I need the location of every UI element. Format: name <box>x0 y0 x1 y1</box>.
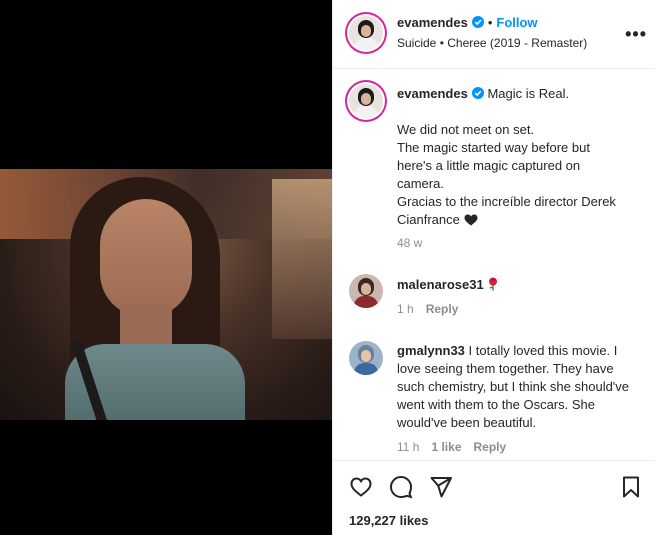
commenter-avatar[interactable] <box>349 341 383 375</box>
comment-item: malenarose31 1 h Reply <box>397 276 642 318</box>
post-panel: evamendes • Follow Suicide • Cheree (2019 … <box>332 0 655 535</box>
bookmark-icon[interactable] <box>619 475 643 499</box>
caption-line: Cianfrance <box>397 212 460 227</box>
action-bar <box>333 460 655 509</box>
comment-username[interactable]: gmalynn33 <box>397 343 465 358</box>
caption-avatar[interactable] <box>349 84 383 118</box>
reply-button[interactable]: Reply <box>474 440 507 454</box>
comment-icon[interactable] <box>389 475 413 499</box>
comment-item: gmalynn33 I totally loved this movie. I … <box>397 342 642 456</box>
caption-line: camera. <box>397 176 444 191</box>
black-heart-icon <box>464 214 477 226</box>
verified-badge-icon <box>471 87 484 99</box>
caption-line: here's a little magic captured on <box>397 158 581 173</box>
post-header: evamendes • Follow Suicide • Cheree (2019 … <box>333 0 655 69</box>
video-frame[interactable] <box>0 169 332 420</box>
instagram-post: evamendes • Follow Suicide • Cheree (2019 … <box>0 0 655 535</box>
comment-timestamp: 1 h <box>397 302 414 316</box>
caption-line: We did not meet on set. <box>397 122 535 137</box>
reply-button[interactable]: Reply <box>426 302 459 316</box>
caption-line <box>397 103 642 121</box>
caption-line: Gracias to the increíble director Derek <box>397 194 616 209</box>
share-icon[interactable] <box>429 475 453 499</box>
caption-line: Magic is Real. <box>487 86 570 101</box>
more-options-icon[interactable]: ••• <box>625 24 647 45</box>
commenter-avatar[interactable] <box>349 274 383 308</box>
caption-username[interactable]: evamendes <box>397 86 468 101</box>
author-avatar[interactable] <box>349 16 383 50</box>
comment-timestamp: 11 h <box>397 440 420 454</box>
author-username[interactable]: evamendes <box>397 15 468 30</box>
audio-track[interactable]: Suicide • Cheree (2019 - Remaster) <box>397 36 587 50</box>
rose-icon <box>489 277 498 291</box>
video-player[interactable] <box>0 0 332 535</box>
follow-button[interactable]: Follow <box>496 15 537 30</box>
post-caption: evamendes Magic is Real. We did not meet… <box>397 85 642 252</box>
heart-icon[interactable] <box>349 475 373 499</box>
caption-line: The magic started way before but <box>397 140 590 155</box>
caption-timestamp: 48 w <box>397 236 423 250</box>
like-count[interactable]: 129,227 likes <box>349 513 429 528</box>
comment-likes[interactable]: 1 like <box>431 440 461 454</box>
verified-badge-icon <box>471 16 484 28</box>
comment-username[interactable]: malenarose31 <box>397 277 484 292</box>
separator-dot: • <box>487 15 493 30</box>
